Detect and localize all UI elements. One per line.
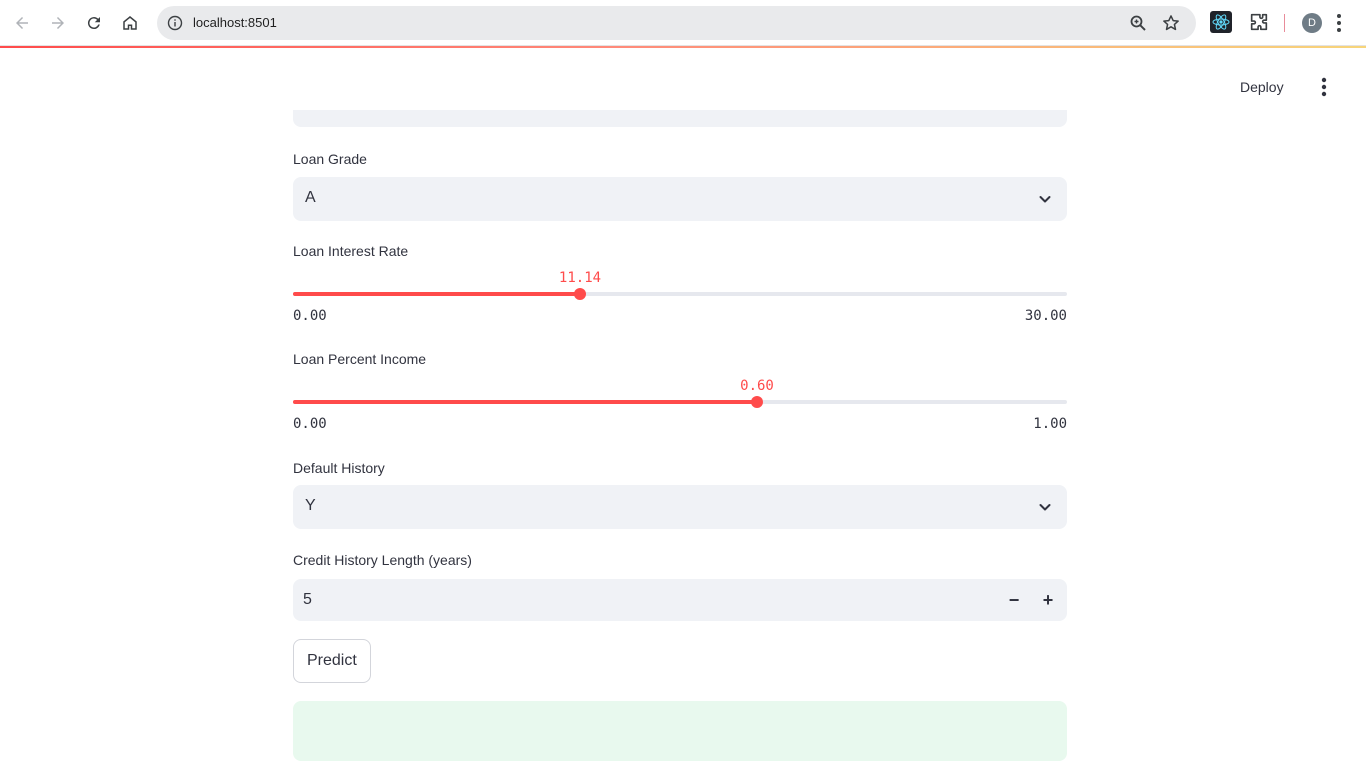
default-history-value: Y [305,497,316,514]
slider-current-value: 11.14 [558,270,602,286]
zoom-icon[interactable] [1129,14,1147,37]
back-button[interactable] [8,9,36,37]
address-bar[interactable]: localhost:8501 [157,6,1196,40]
toolbar-divider [1284,14,1285,32]
prediction-result-alert [293,701,1067,761]
profile-avatar[interactable]: D [1302,13,1322,33]
decrement-button[interactable]: − [997,579,1031,621]
reload-icon [87,17,100,30]
profile-initial: D [1308,17,1316,29]
browser-menu-icon[interactable] [1336,12,1342,39]
loan-grade-value: A [305,189,316,206]
slider-fill [293,400,757,404]
slider-thumb[interactable] [574,288,586,300]
react-devtools-extension-icon[interactable] [1210,11,1232,38]
chevron-down-icon [1039,504,1051,511]
slider-fill [293,292,580,296]
home-icon [123,16,137,30]
slider-min-label: 0.00 [293,308,327,324]
site-info-icon[interactable] [165,13,185,33]
chevron-down-icon [1039,196,1051,203]
slider-max-label: 30.00 [1024,308,1067,324]
credit-history-value[interactable]: 5 [303,591,312,609]
slider-min-label: 0.00 [293,416,327,432]
deploy-button[interactable]: Deploy [1240,76,1284,98]
browser-toolbar: localhost:8501 D [0,0,1366,46]
back-arrow-icon [16,17,28,29]
interest-rate-label: Loan Interest Rate [293,243,409,259]
loan-grade-label: Loan Grade [293,151,367,167]
slider-max-label: 1.00 [1033,416,1067,432]
forward-arrow-icon [52,17,64,29]
extensions-puzzle-icon[interactable] [1248,11,1270,38]
predict-button[interactable]: Predict [293,639,371,683]
percent-income-slider[interactable]: 0.60 0.00 1.00 [293,378,1067,438]
previous-input-field[interactable] [293,110,1067,127]
credit-history-number-input[interactable]: 5 − + [293,579,1067,621]
default-history-select[interactable]: Y [293,485,1067,529]
url-text[interactable]: localhost:8501 [193,15,277,30]
main-content: Loan Grade A Loan Interest Rate 11.14 0.… [293,48,1067,761]
loan-grade-select[interactable]: A [293,177,1067,221]
slider-current-value: 0.60 [740,378,774,394]
slider-thumb[interactable] [751,396,763,408]
interest-rate-slider[interactable]: 11.14 0.00 30.00 [293,270,1067,330]
home-button[interactable] [116,9,144,37]
percent-income-label: Loan Percent Income [293,351,427,367]
increment-button[interactable]: + [1031,579,1065,621]
bookmark-star-icon[interactable] [1161,13,1181,38]
main-menu-icon[interactable] [1314,76,1334,98]
reload-button[interactable] [80,9,108,37]
credit-history-label: Credit History Length (years) [293,552,472,568]
forward-button[interactable] [44,9,72,37]
default-history-label: Default History [293,460,385,476]
